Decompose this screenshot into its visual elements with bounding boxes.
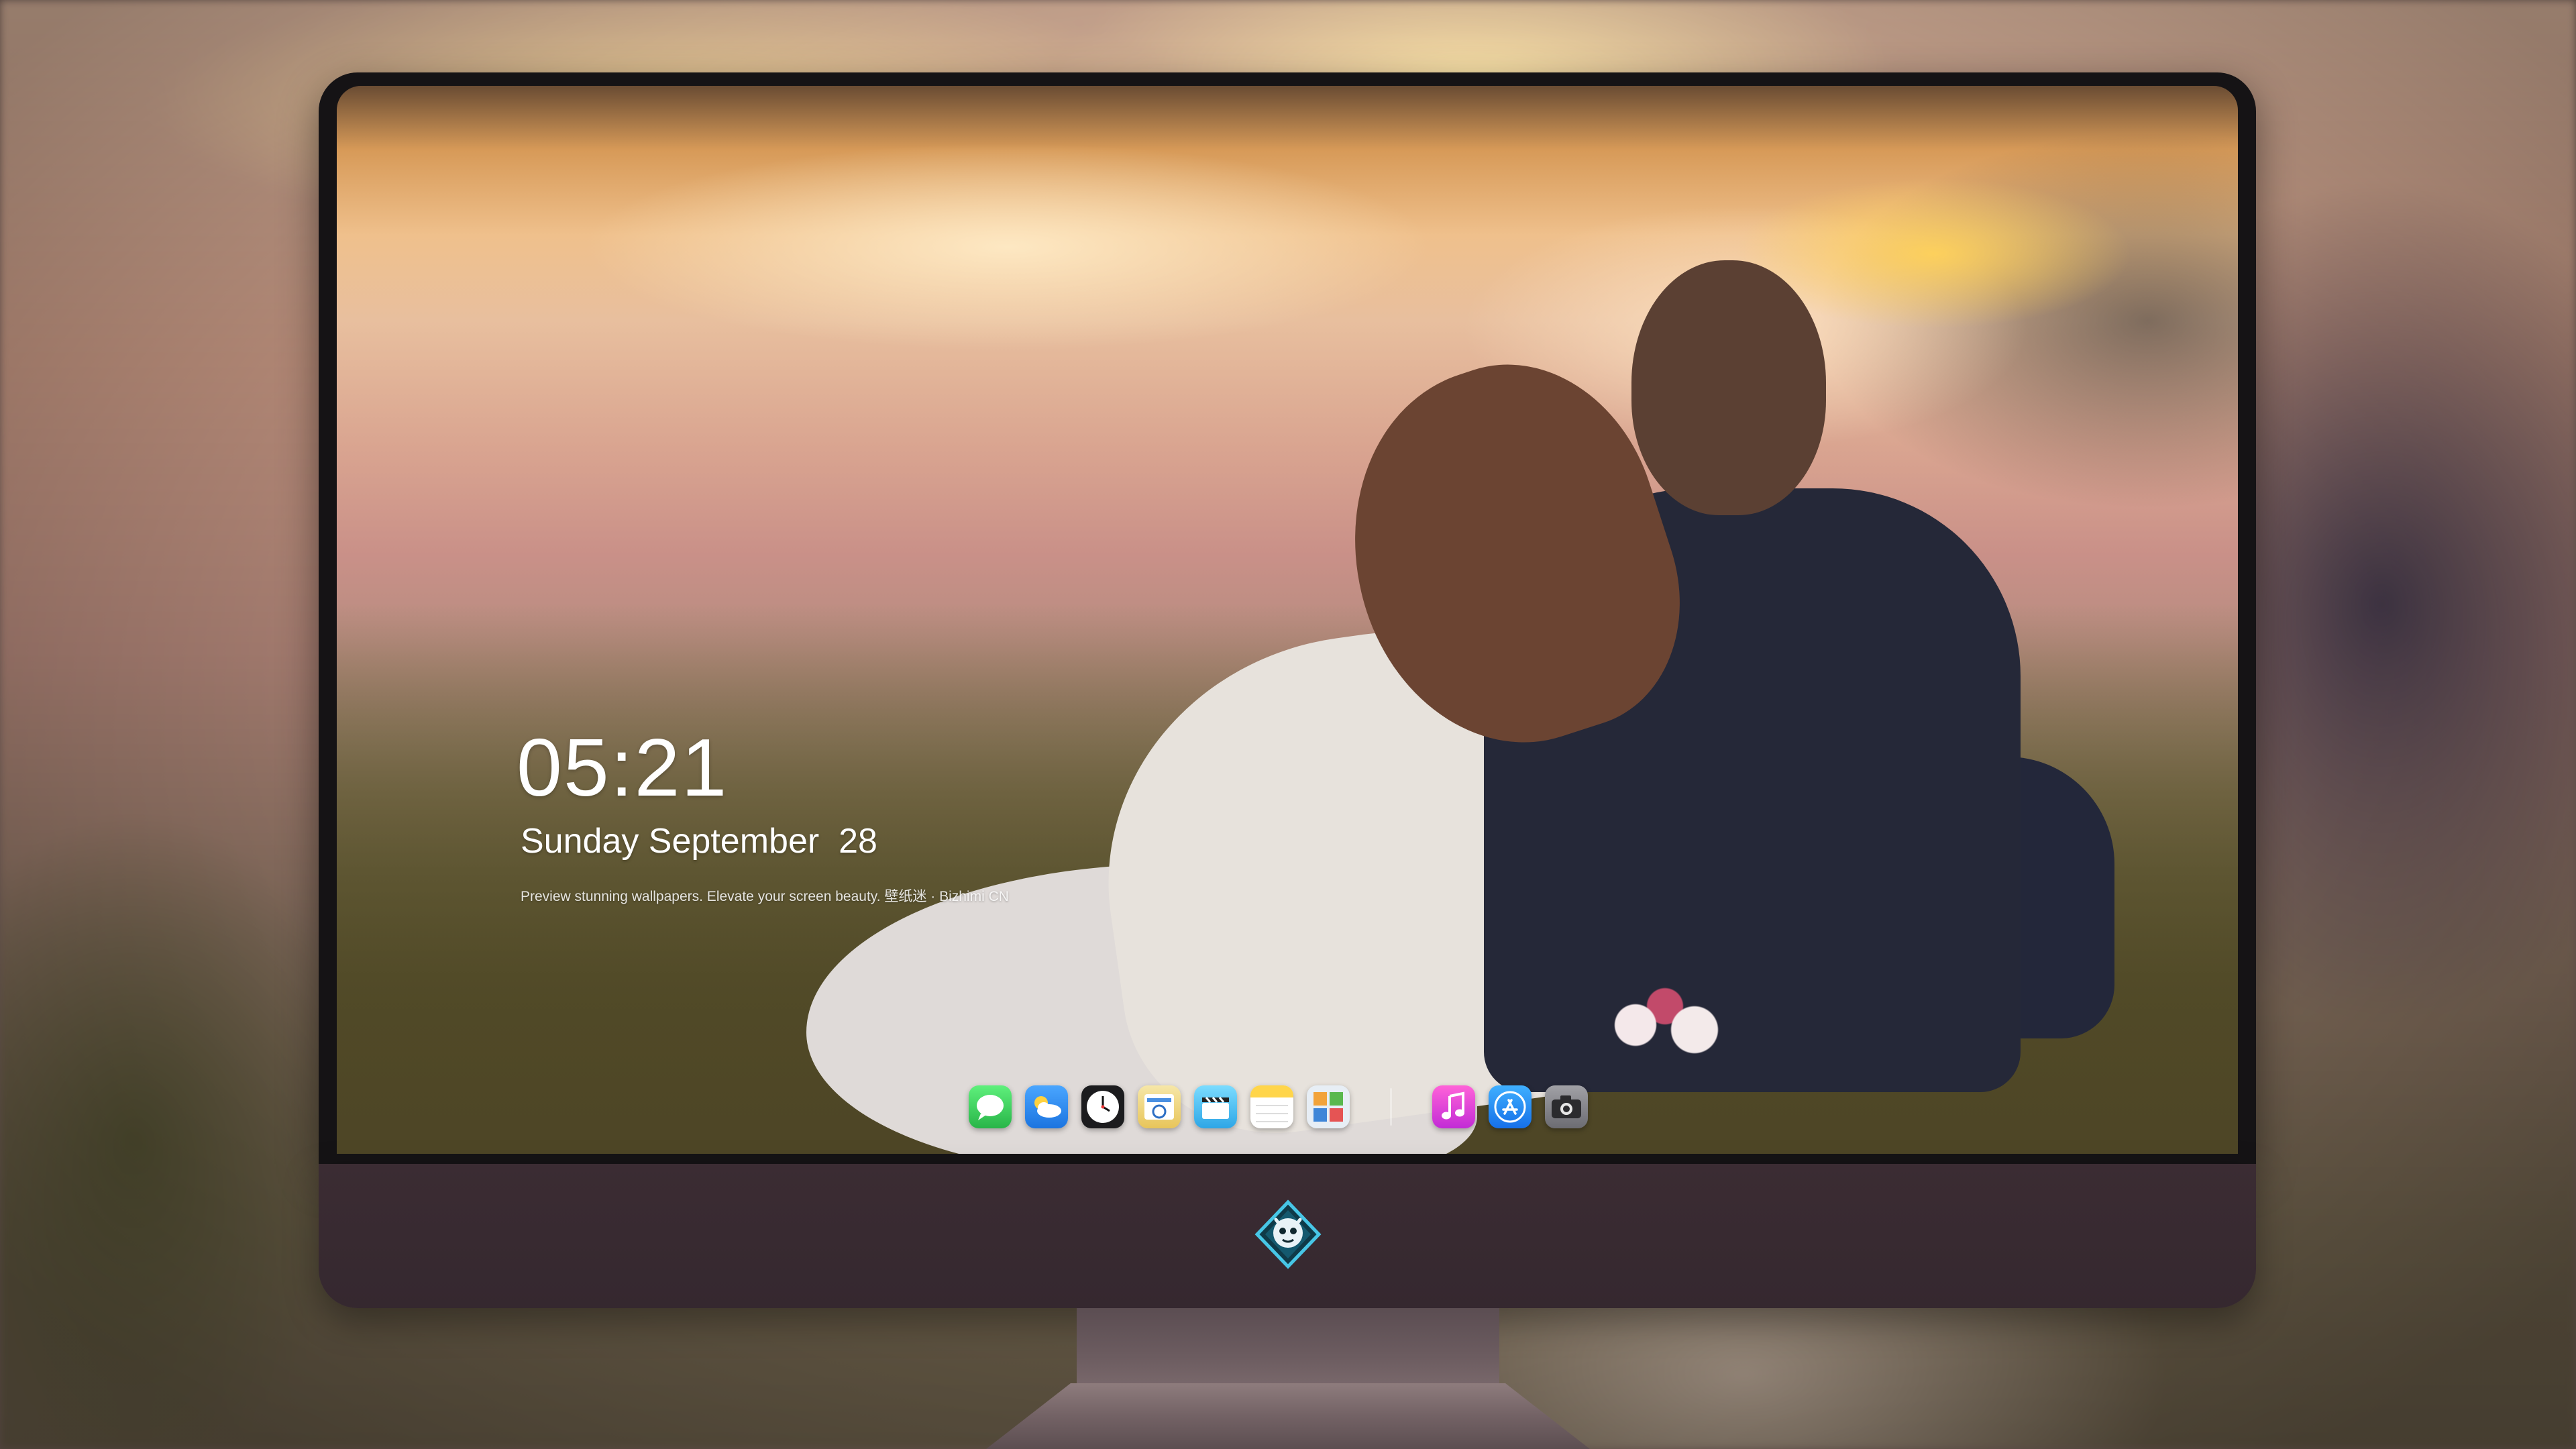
notes-icon[interactable] <box>1250 1085 1293 1128</box>
wallpaper-man-head <box>1631 260 1826 515</box>
app-dock <box>961 1076 1596 1138</box>
camera-icon[interactable] <box>1545 1085 1588 1128</box>
weather-icon[interactable] <box>1025 1085 1068 1128</box>
lock-screen-clock: 05:21 <box>517 722 729 813</box>
lock-screen-date: Sunday September 28 <box>521 822 877 861</box>
monitor-stand-base <box>986 1383 1590 1449</box>
clock-icon[interactable] <box>1081 1085 1124 1128</box>
clapperboard-icon[interactable] <box>1194 1085 1237 1128</box>
messages-icon[interactable] <box>969 1085 1012 1128</box>
lock-screen-tagline: Preview stunning wallpapers. Elevate you… <box>521 889 1009 904</box>
dragon-mascot-logo <box>1253 1199 1323 1269</box>
desktop-mockup-scene: 05:21 Sunday September 28 Preview stunni… <box>0 0 2576 1449</box>
gallery-icon[interactable] <box>1307 1085 1350 1128</box>
wallpaper-bouquet <box>1591 978 1739 1072</box>
app-store-icon[interactable] <box>1489 1085 1532 1128</box>
preview-icon[interactable] <box>1138 1085 1181 1128</box>
dock-separator <box>1390 1088 1392 1126</box>
monitor-screen: 05:21 Sunday September 28 Preview stunni… <box>337 86 2238 1154</box>
music-icon[interactable] <box>1432 1085 1475 1128</box>
monitor-stand-neck <box>1077 1308 1499 1389</box>
